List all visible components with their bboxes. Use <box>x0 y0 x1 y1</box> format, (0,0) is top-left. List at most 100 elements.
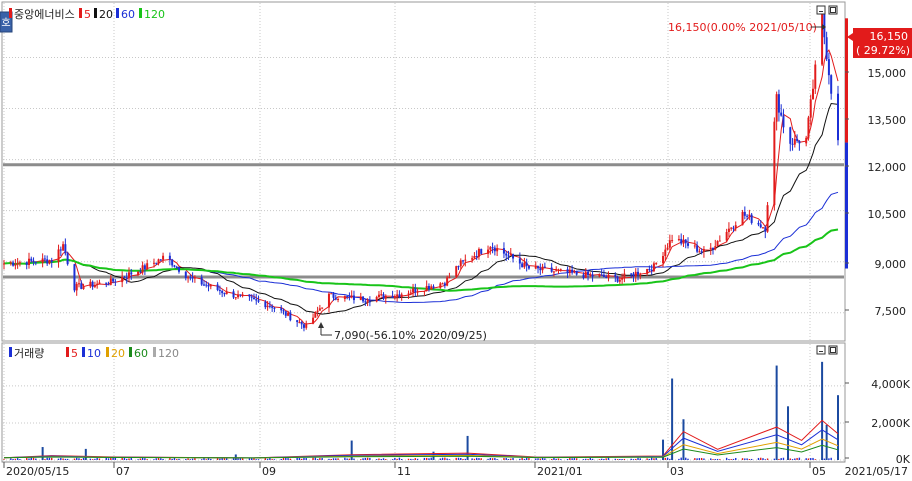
volume-bar <box>210 458 212 460</box>
volume-bar <box>312 457 314 460</box>
low-annotation: 7,090(-56.10% 2020/09/25) <box>334 329 487 342</box>
candle-body <box>300 322 303 325</box>
volume-bar <box>587 458 589 460</box>
volume-minimize-button[interactable] <box>816 345 826 355</box>
volume-bar <box>385 459 387 460</box>
volume-bar <box>607 457 610 460</box>
volume-bar <box>503 457 505 460</box>
volume-bar <box>812 457 814 460</box>
volume-bar <box>105 457 107 460</box>
volume-bar <box>321 458 323 460</box>
candle-body <box>393 296 396 299</box>
candle-body <box>607 274 610 278</box>
volume-bar <box>703 458 705 460</box>
volume-spike <box>234 454 237 460</box>
volume-bar <box>162 458 164 460</box>
volume-bar <box>773 458 776 460</box>
volume-bar <box>635 458 637 460</box>
candle-body <box>623 273 626 279</box>
volume-spike <box>775 365 778 460</box>
candle-body <box>64 244 67 254</box>
candle-body <box>350 295 353 297</box>
candle-body <box>264 301 267 308</box>
volume-bar <box>94 458 96 460</box>
volume-bar <box>696 458 698 460</box>
candle-body <box>757 222 760 225</box>
volume-bar <box>616 459 619 460</box>
candle-body <box>566 269 569 273</box>
candle-body <box>537 266 540 269</box>
volume-bar <box>448 459 451 460</box>
volume-bar <box>96 457 98 460</box>
candle-body <box>780 112 783 116</box>
candle-body <box>271 306 274 308</box>
volume-bar <box>337 458 339 460</box>
volume-bar <box>364 457 367 460</box>
volume-bar <box>789 458 791 460</box>
volume-bar <box>539 458 542 460</box>
volume-bar <box>32 457 35 460</box>
volume-bar <box>814 459 816 460</box>
volume-bar <box>57 458 60 460</box>
volume-bar <box>557 458 560 460</box>
candle-body <box>232 291 235 298</box>
volume-bar <box>746 458 748 460</box>
candle-body <box>25 262 28 266</box>
candle-body <box>250 296 253 298</box>
candle-body <box>512 254 515 259</box>
corner-button-label[interactable]: 호 <box>1 17 10 29</box>
candle-body <box>632 273 635 277</box>
vol-legend-ma5: 5 <box>71 347 78 360</box>
x-tick-03: 03 <box>670 465 684 478</box>
volume-bar <box>35 458 37 460</box>
volume-bar <box>430 457 432 460</box>
volume-bar <box>344 457 346 460</box>
candle-body <box>171 259 174 266</box>
volume-bar <box>139 458 142 460</box>
candle-body <box>687 243 690 246</box>
candle-body <box>41 258 44 263</box>
candle-body <box>587 271 590 275</box>
volume-bar <box>639 458 641 460</box>
candle-body <box>112 278 115 282</box>
volume-bar <box>237 458 239 460</box>
candle-body <box>412 288 415 293</box>
candle-body <box>207 285 210 287</box>
volume-bar <box>176 459 178 460</box>
legend-ma5: 5 <box>84 8 91 21</box>
candle-body <box>209 284 212 287</box>
candle-body <box>330 293 333 295</box>
y-tick-12000: 12,000 <box>868 161 907 174</box>
candle-body <box>77 283 80 285</box>
candle-body <box>221 290 224 294</box>
candle-body <box>591 274 594 277</box>
candle-body <box>46 259 49 264</box>
volume-bar <box>810 458 812 460</box>
volume-bar <box>375 459 378 460</box>
price-minimize-button[interactable] <box>816 5 826 15</box>
candle-body <box>714 246 717 250</box>
candle-body <box>798 140 801 144</box>
volume-bar <box>257 459 260 460</box>
candle-body <box>430 286 433 290</box>
volume-bar <box>137 459 139 460</box>
volume-bar <box>478 458 480 460</box>
candle-body <box>141 265 144 273</box>
y-tick-7500: 7,500 <box>875 305 907 318</box>
candle-body <box>809 99 812 118</box>
candle-body <box>380 294 383 296</box>
candle-body <box>9 262 12 264</box>
volume-bar <box>425 457 428 460</box>
volume-bar <box>280 458 282 460</box>
candle-body <box>825 37 828 60</box>
candle-body <box>432 286 435 288</box>
volume-bar <box>585 458 587 460</box>
candle-body <box>493 247 496 252</box>
volume-bar <box>566 458 569 460</box>
volume-bar <box>48 457 51 460</box>
candle-body <box>671 240 674 242</box>
candle-body <box>555 270 558 272</box>
volume-bar <box>121 457 123 460</box>
volume-bar <box>153 459 155 460</box>
volume-bar <box>28 458 30 460</box>
